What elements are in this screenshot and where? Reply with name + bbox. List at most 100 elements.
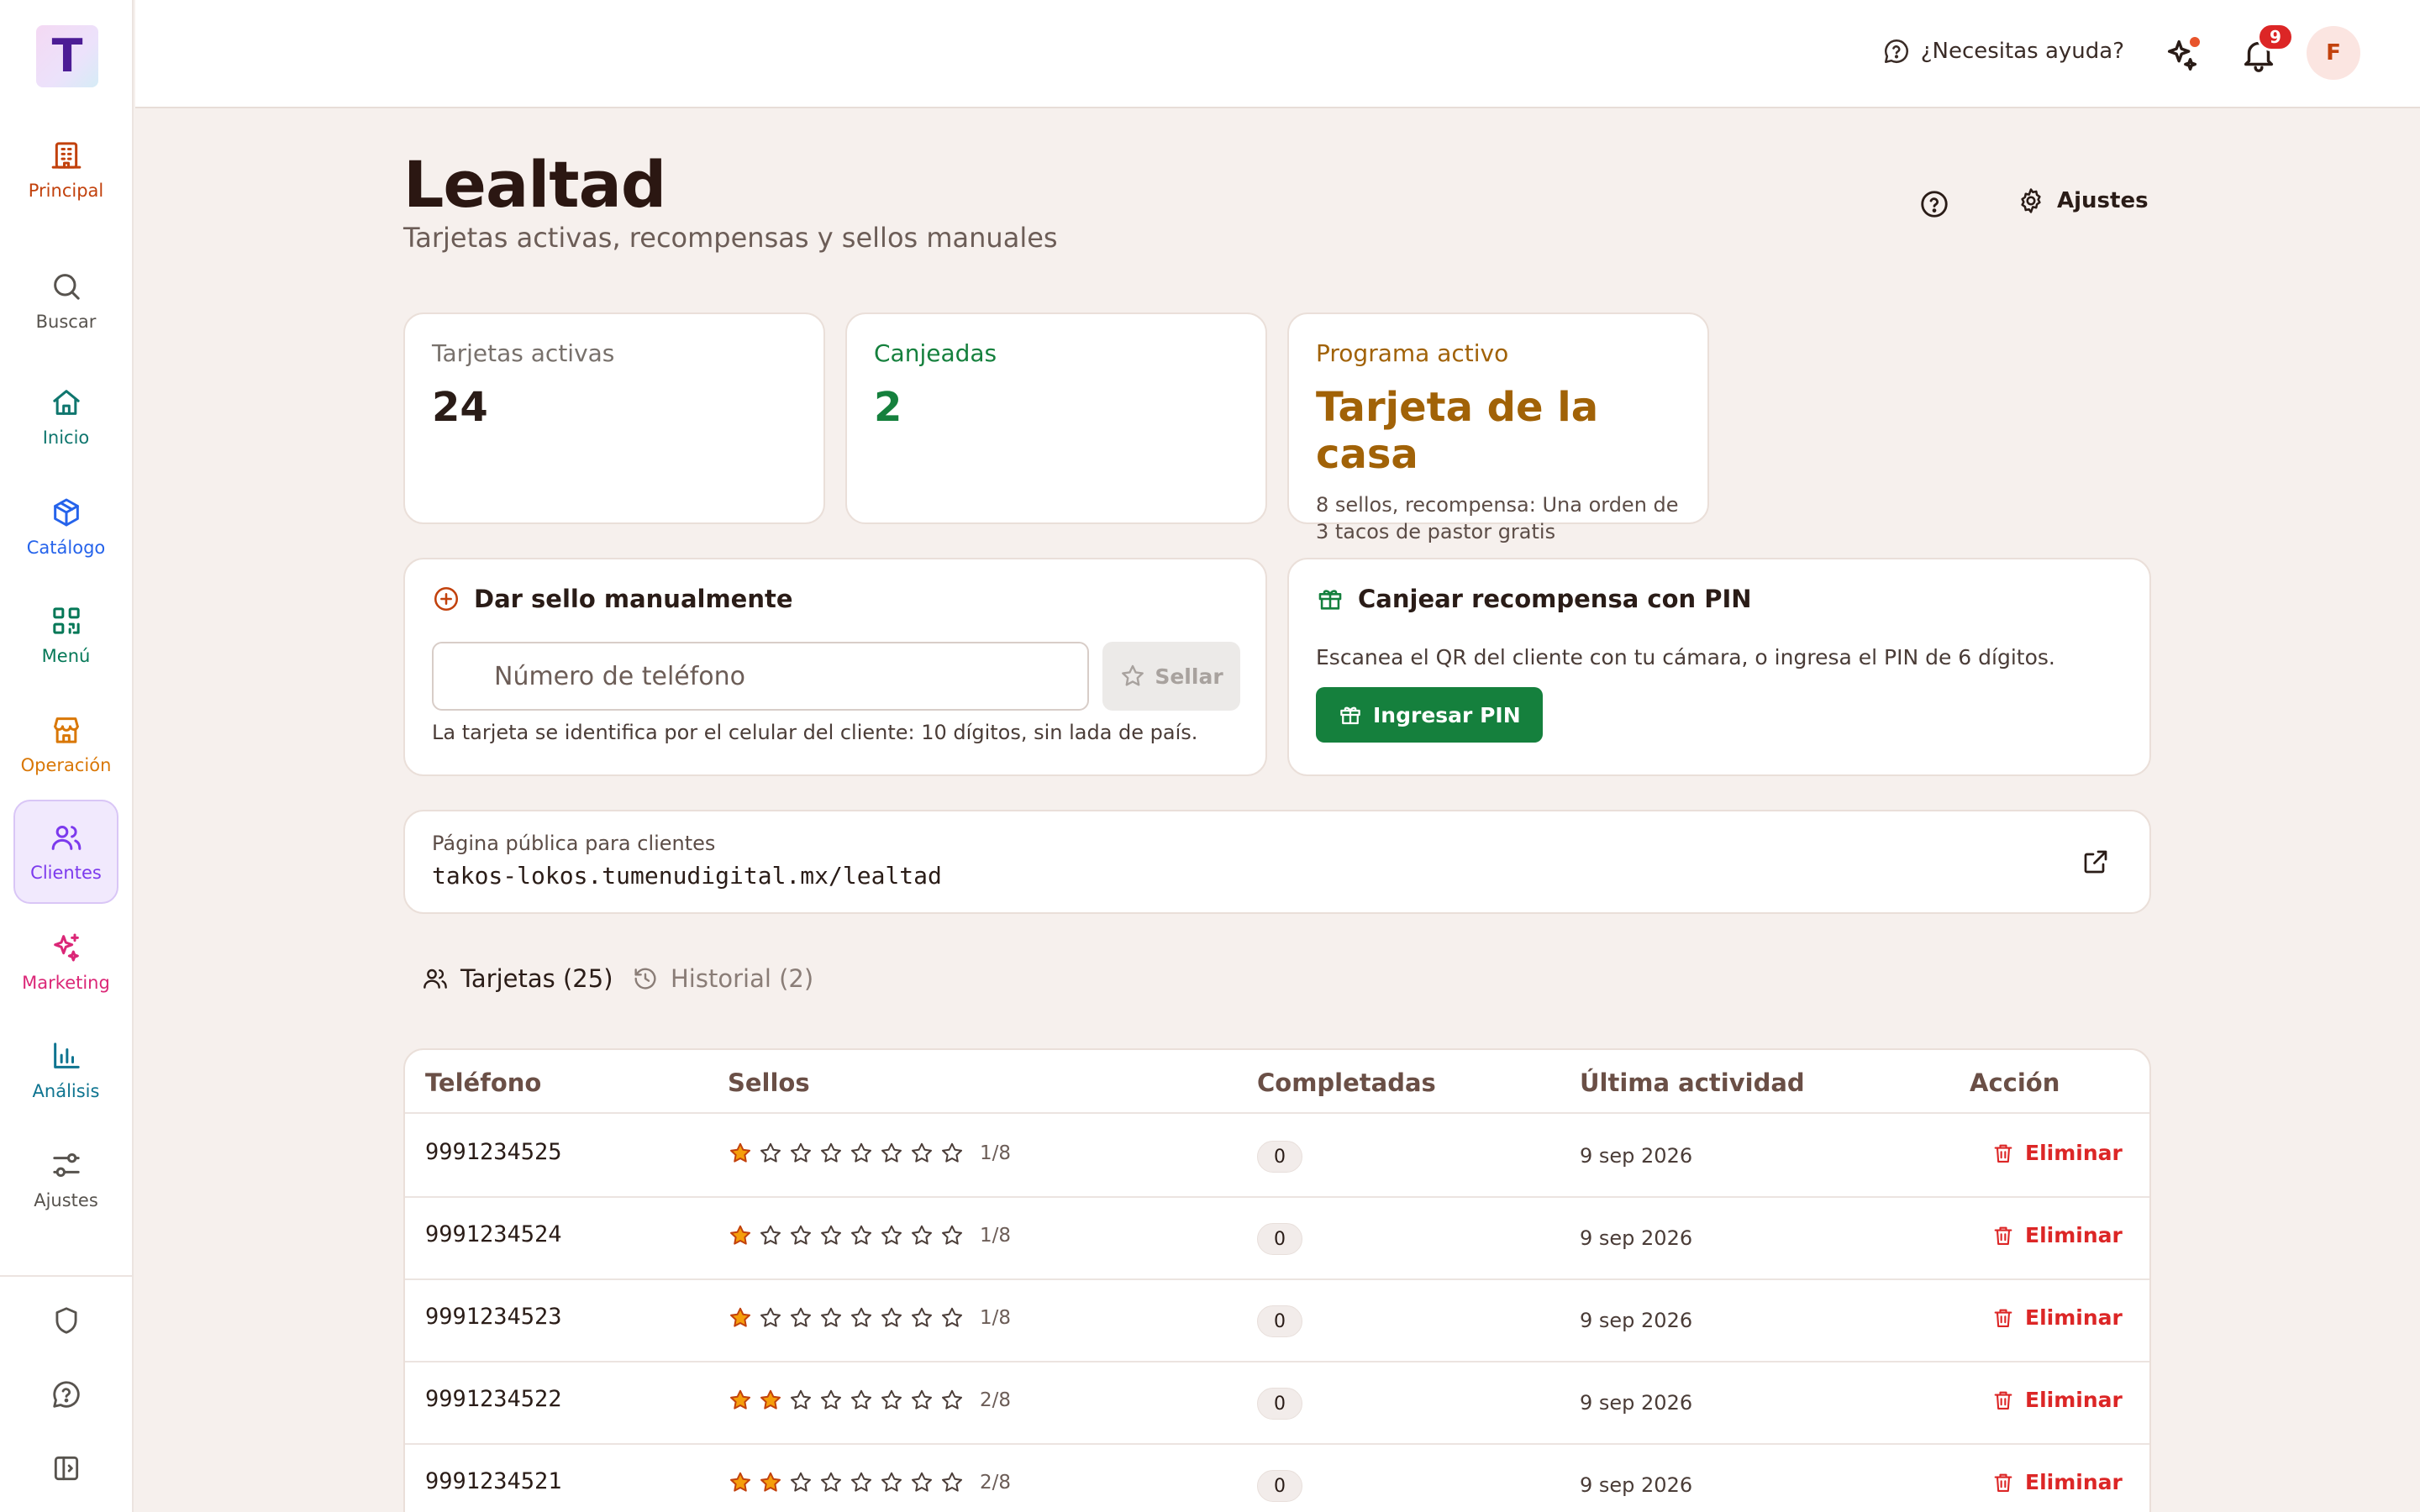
help-chat-icon[interactable] [50, 1378, 82, 1410]
cell-stamps: 1/8 [728, 1141, 1011, 1166]
column-header-phone[interactable]: Teléfono [425, 1068, 541, 1097]
enter-pin-label: Ingresar PIN [1373, 702, 1521, 727]
qr-code-icon [52, 607, 80, 634]
cell-phone: 9991234521 [425, 1468, 562, 1494]
star-empty-icon [942, 1142, 962, 1163]
settings-button[interactable]: Ajustes [2017, 186, 2149, 215]
cell-last-activity: 9 sep 2026 [1580, 1226, 1693, 1250]
star-filled-icon [730, 1142, 750, 1163]
trash-icon [1994, 1144, 2012, 1163]
sidebar-item-menu[interactable]: Menú [13, 583, 118, 687]
star-empty-icon [760, 1307, 781, 1327]
phone-number-input[interactable]: Número de teléfono [432, 642, 1089, 711]
enter-pin-button[interactable]: Ingresar PIN [1316, 687, 1543, 743]
sidebar-item-label: Marketing [22, 973, 110, 993]
search-icon [53, 274, 80, 300]
cell-last-activity: 9 sep 2026 [1580, 1391, 1693, 1415]
package-icon [53, 498, 79, 527]
bar-chart-icon [53, 1042, 80, 1068]
stat-label: Tarjetas activas [432, 339, 615, 367]
sidebar-item-marketing[interactable]: Marketing [13, 910, 118, 1014]
gear-icon [2021, 188, 2041, 213]
delete-button[interactable]: Eliminar [1991, 1305, 2123, 1330]
star-empty-icon [821, 1389, 841, 1410]
help-link[interactable]: ¿Necesitas ayuda? [1882, 37, 2124, 66]
star-empty-icon [912, 1307, 932, 1327]
sidebar-item-analisis[interactable]: Análisis [13, 1018, 118, 1122]
sidebar-item-label: Inicio [42, 428, 90, 448]
star-empty-icon [791, 1389, 811, 1410]
external-link-icon[interactable] [2081, 847, 2111, 877]
cell-completed-badge: 0 [1257, 1141, 1302, 1173]
star-empty-icon [851, 1389, 871, 1410]
delete-button-label: Eliminar [2025, 1141, 2123, 1165]
public-page-card: Página pública para clientes takos-lokos… [403, 810, 2151, 914]
help-circle-icon[interactable] [1918, 188, 1950, 220]
cell-completed-badge: 0 [1257, 1388, 1302, 1420]
users-icon [424, 969, 447, 989]
phone-hint: La tarjeta se identifica por el celular … [432, 721, 1198, 744]
delete-button-label: Eliminar [2025, 1388, 2123, 1412]
delete-button-label: Eliminar [2025, 1223, 2123, 1247]
star-empty-icon [881, 1389, 902, 1410]
star-empty-icon [791, 1142, 811, 1163]
help-chat-icon [1884, 39, 1908, 64]
sidebar-item-ajustes[interactable]: Ajustes [13, 1127, 118, 1231]
gift-icon [1340, 706, 1360, 725]
star-empty-icon [821, 1142, 841, 1163]
cell-stamps: 2/8 [728, 1388, 1011, 1413]
stat-label: Programa activo [1316, 339, 1509, 367]
tab-cards[interactable]: Tarjetas (25) [422, 964, 613, 993]
app-logo[interactable]: T [36, 25, 98, 87]
stamps-fraction: 1/8 [980, 1142, 1012, 1164]
cell-stamps: 2/8 [728, 1470, 1011, 1495]
delete-button-label: Eliminar [2025, 1470, 2123, 1494]
delete-button[interactable]: Eliminar [1991, 1388, 2123, 1412]
trash-icon [1994, 1391, 2012, 1410]
table-header: Teléfono Sellos Completadas Última activ… [405, 1050, 2149, 1114]
sidebar-item-label: Operación [20, 755, 112, 775]
cell-last-activity: 9 sep 2026 [1580, 1144, 1693, 1168]
stat-label: Canjeadas [874, 339, 997, 367]
delete-button[interactable]: Eliminar [1991, 1223, 2123, 1247]
star-empty-icon [942, 1307, 962, 1327]
sidebar-item-label: Análisis [32, 1081, 100, 1101]
history-icon [634, 968, 656, 990]
stat-card-active-program: Programa activo Tarjeta de la casa 8 sel… [1287, 312, 1709, 543]
sidebar-item-buscar[interactable]: Buscar [13, 249, 118, 353]
star-empty-icon [760, 1225, 781, 1245]
delete-button[interactable]: Eliminar [1991, 1141, 2123, 1165]
pin-redeem-title: Canjear recompensa con PIN [1358, 585, 1752, 613]
star-empty-icon [851, 1225, 871, 1245]
sidebar-item-principal[interactable]: Principal [13, 118, 118, 222]
star-filled-icon [760, 1389, 781, 1410]
stamps-fraction: 1/8 [980, 1307, 1012, 1329]
sidebar-item-label: Catálogo [26, 538, 106, 558]
sidebar-item-operacion[interactable]: Operación [13, 692, 118, 796]
user-avatar[interactable]: F [2307, 26, 2360, 80]
stamp-button[interactable]: Sellar [1102, 642, 1240, 711]
shield-icon[interactable] [50, 1305, 82, 1336]
table-row: 9991234522 2/8 0 9 sep 2026 Eliminar [405, 1362, 2149, 1445]
collapse-sidebar-icon[interactable] [50, 1452, 82, 1484]
stat-value: 2 [874, 384, 902, 431]
table-row: 9991234524 1/8 0 9 sep 2026 Eliminar [405, 1198, 2149, 1280]
column-header-last-activity[interactable]: Última actividad [1580, 1068, 1805, 1097]
sidebar-item-clientes[interactable]: Clientes [13, 800, 118, 904]
stamp-button-label: Sellar [1155, 664, 1223, 689]
public-page-url[interactable]: takos-lokos.tumenudigital.mx/lealtad [432, 862, 2123, 890]
tab-history[interactable]: Historial (2) [632, 964, 813, 993]
star-filled-icon [730, 1472, 750, 1492]
gift-icon [1318, 590, 1342, 610]
manual-stamp-card: Dar sello manualmente Número de teléfono… [403, 558, 1267, 776]
column-header-stamps[interactable]: Sellos [728, 1068, 810, 1097]
users-icon [51, 826, 81, 850]
star-empty-icon [881, 1307, 902, 1327]
column-header-completed[interactable]: Completadas [1257, 1068, 1436, 1097]
delete-button[interactable]: Eliminar [1991, 1470, 2123, 1494]
sidebar-item-inicio[interactable]: Inicio [13, 365, 118, 469]
manual-stamp-title: Dar sello manualmente [474, 585, 793, 613]
sidebar-item-catalogo[interactable]: Catálogo [13, 475, 118, 579]
sidebar-divider [0, 1275, 134, 1277]
page-title: Lealtad [403, 147, 666, 222]
